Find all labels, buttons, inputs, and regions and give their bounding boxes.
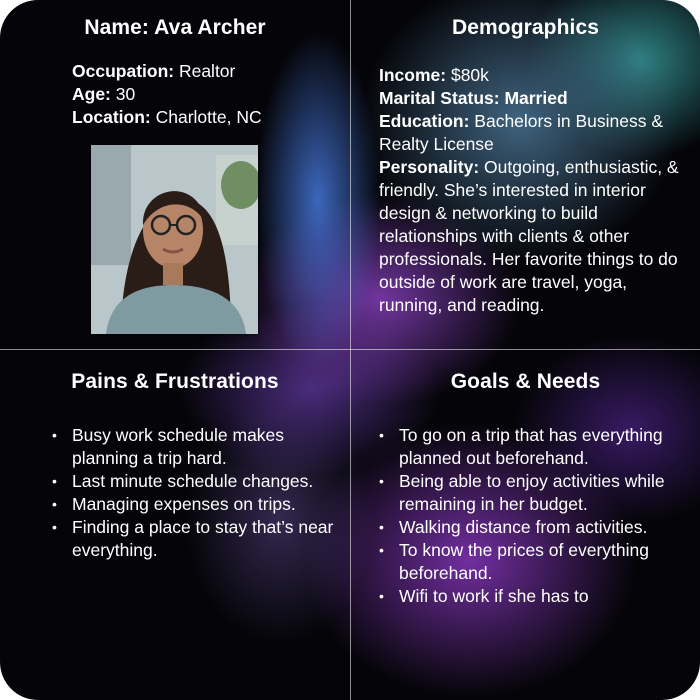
marital-label: Marital Status: Married [379,88,568,108]
list-item: • Managing expenses on trips. [52,493,342,516]
occupation-row: Occupation: Realtor [72,60,262,83]
income-label: Income: [379,65,447,85]
pains-section: Pains & Frustrations • Busy work schedule… [0,350,350,700]
location-label: Location: [72,107,151,127]
pains-list: • Busy work schedule makes planning a tri… [52,424,342,562]
education-row: Education: Bachelors in Business & Realt… [379,110,679,156]
personality-value: Outgoing, enthusiastic, & friendly. She’… [379,157,679,315]
list-item-text: Last minute schedule changes. [72,471,314,491]
persona-portrait-icon [91,145,258,334]
profile-info: Occupation: Realtor Age: 30 Location: Ch… [72,60,262,129]
pains-title: Pains & Frustrations [71,370,279,393]
education-label: Education: [379,111,470,131]
age-label: Age: [72,84,111,104]
personality-label: Personality: [379,157,480,177]
age-value: 30 [110,84,136,104]
bullet-icon: • [379,519,384,535]
bullet-icon: • [52,427,57,443]
list-item-text: Finding a place to stay that’s near ever… [72,517,334,560]
list-item-text: Walking distance from activities. [399,517,648,537]
income-row: Income: $80k [379,64,679,87]
list-item: • Busy work schedule makes planning a tri… [52,424,342,470]
goals-list: • To go on a trip that has everything pla… [379,424,679,608]
personality-row: Personality: Outgoing, enthusiastic, & f… [379,156,679,317]
profile-section: Name: Ava Archer Occupation: Realtor Age… [0,0,350,349]
list-item-text: Busy work schedule makes planning a trip… [72,425,285,468]
list-item: • Wifi to work if she has to [379,585,679,608]
bullet-icon: • [52,473,57,489]
income-value: $80k [446,65,489,85]
list-item: • To go on a trip that has everything pla… [379,424,679,470]
list-item-text: Wifi to work if she has to [399,586,589,606]
bullet-icon: • [52,496,57,512]
persona-photo [91,145,258,334]
persona-card: Name: Ava Archer Occupation: Realtor Age… [0,0,700,700]
occupation-value: Realtor [174,61,236,81]
list-item-text: Managing expenses on trips. [72,494,296,514]
goals-section: Goals & Needs • To go on a trip that has … [351,350,700,700]
goals-title: Goals & Needs [450,370,601,393]
list-item-text: To go on a trip that has everything plan… [399,425,663,468]
list-item: • Finding a place to stay that’s near eve… [52,516,342,562]
demographics-section: Demographics Income: $80k Marital Status… [351,0,700,349]
bullet-icon: • [379,473,384,489]
bullet-icon: • [379,588,384,604]
demographics-info: Income: $80k Marital Status: Married Edu… [379,64,679,317]
bullet-icon: • [379,427,384,443]
occupation-label: Occupation: [72,61,175,81]
demographics-title: Demographics [451,16,600,39]
age-row: Age: 30 [72,83,262,106]
bullet-icon: • [52,519,57,535]
location-row: Location: Charlotte, NC [72,106,262,129]
marital-row: Marital Status: Married [379,87,679,110]
bullet-icon: • [379,542,384,558]
list-item-text: To know the prices of everything beforeh… [399,540,649,583]
location-value: Charlotte, NC [150,107,262,127]
list-item-text: Being able to enjoy activities while rem… [399,471,665,514]
persona-name-title: Name: Ava Archer [84,16,266,39]
list-item: • Last minute schedule changes. [52,470,342,493]
list-item: • Being able to enjoy activities while re… [379,470,679,516]
list-item: • To know the prices of everything before… [379,539,679,585]
list-item: • Walking distance from activities. [379,516,679,539]
